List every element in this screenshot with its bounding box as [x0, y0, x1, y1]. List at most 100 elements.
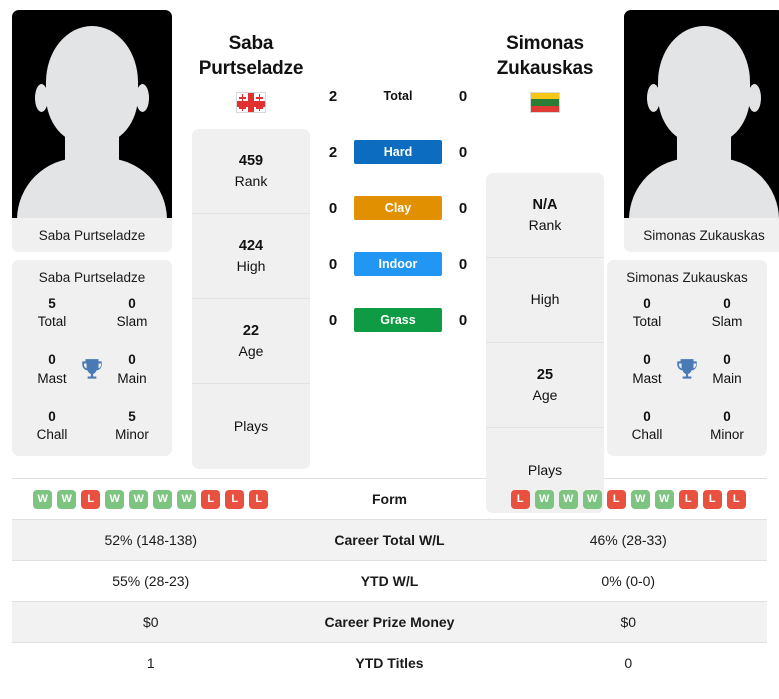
- left-age-value: 22: [242, 323, 260, 340]
- left-age-label: Age: [238, 342, 264, 359]
- left-titles-slam-label: Slam: [116, 314, 148, 330]
- flag-mini-cross-2: [256, 94, 263, 102]
- form-badge-loss: L: [81, 489, 101, 509]
- left-surface-indoor-value: 0: [328, 255, 338, 273]
- left-high-value: 424: [238, 238, 264, 255]
- left-rank-cell: 459 Rank: [192, 129, 310, 215]
- georgia-flag-icon: [236, 92, 266, 114]
- table-row-form: WWLWWWWLLL Form LWWWLWWLLL: [12, 478, 767, 520]
- right-titles-total: 0 Total: [607, 295, 687, 331]
- surface-label-hard: Hard: [354, 140, 442, 164]
- left-titles-card: Saba Purtseladze 5 Total 0 Slam 0 Mast 0…: [12, 260, 172, 457]
- form-badge-win: W: [33, 489, 53, 509]
- row-label-career-total-wl: Career Total W/L: [334, 532, 445, 548]
- right-high-label: High: [530, 291, 560, 308]
- left-player-name-line1: Saba: [228, 33, 274, 54]
- right-career-total-wl: 46% (28-33): [589, 532, 667, 548]
- right-titles-title: Simonas Zukauskas: [626, 270, 748, 285]
- right-rank-label: Rank: [528, 216, 562, 233]
- surface-row-clay: 0 Clay 0: [312, 180, 484, 236]
- surface-label-indoor: Indoor: [354, 252, 442, 276]
- right-surface-indoor-value: 0: [458, 255, 468, 273]
- right-player-ranks-card: N/A Rank High 25 Age Plays: [486, 173, 604, 514]
- flag-mini-cross-3: [239, 104, 246, 112]
- left-titles-slam: 0 Slam: [92, 295, 172, 331]
- surface-row-indoor: 0 Indoor 0: [312, 236, 484, 292]
- form-badge-win: W: [630, 489, 650, 509]
- flag-mini-cross-1: [239, 94, 246, 102]
- form-badge-win: W: [654, 489, 674, 509]
- form-badge-win: W: [129, 489, 149, 509]
- right-career-prize-money: $0: [620, 614, 637, 630]
- table-row-ytd-titles: 1 YTD Titles 0: [12, 642, 767, 684]
- player-comparison-page: Saba Purtseladze Saba Purtseladze 459 Ra…: [0, 0, 779, 699]
- table-row-ytd-wl: 55% (28-23) YTD W/L 0% (0-0): [12, 560, 767, 602]
- left-titles-chall: 0 Chall: [12, 408, 92, 444]
- right-titles-slam-value: 0: [723, 296, 731, 311]
- right-surface-grass-value: 0: [458, 311, 468, 329]
- avatar-ear-left: [647, 84, 660, 112]
- left-rank-label: Rank: [234, 172, 268, 189]
- flag-mini-cross-4: [256, 104, 263, 112]
- row-label-ytd-titles: YTD Titles: [355, 655, 424, 672]
- left-career-total-wl: 52% (148-138): [104, 532, 198, 548]
- right-titles-slam: 0 Slam: [687, 295, 767, 331]
- right-titles-grid: 0 Total 0 Slam 0 Mast 0 Main 0 Chall 0 M…: [607, 295, 767, 444]
- form-badge-loss: L: [678, 489, 698, 509]
- left-titles-slam-value: 0: [128, 296, 136, 311]
- left-player-name: Saba Purtseladze: [198, 31, 304, 81]
- right-player-photo-caption: Simonas Zukauskas: [624, 218, 779, 252]
- form-badge-loss: L: [606, 489, 626, 509]
- left-player-photo-caption: Saba Purtseladze: [12, 218, 172, 252]
- form-badge-win: W: [582, 489, 602, 509]
- right-rank-value: N/A: [532, 197, 558, 214]
- left-titles-total-value: 5: [48, 296, 56, 311]
- right-player-summary: Simonas Zukauskas N/A Rank High 25 Age P…: [484, 10, 606, 514]
- form-badge-loss: L: [702, 489, 722, 509]
- right-rank-cell: N/A Rank: [486, 173, 604, 259]
- form-badge-win: W: [153, 489, 173, 509]
- row-label-career-prize-money: Career Prize Money: [324, 614, 455, 630]
- surface-row-total: 2 Total 0: [312, 68, 484, 124]
- left-ytd-wl: 55% (28-23): [112, 573, 190, 589]
- right-titles-card: Simonas Zukauskas 0 Total 0 Slam 0 Mast …: [607, 260, 767, 457]
- left-titles-chall-label: Chall: [36, 427, 68, 443]
- surface-row-hard: 2 Hard 0: [312, 124, 484, 180]
- flag-stripe-red: [531, 105, 559, 113]
- left-ytd-titles: 1: [146, 655, 155, 672]
- right-player-photo-card[interactable]: Simonas Zukauskas: [624, 10, 779, 252]
- avatar-ear-right: [748, 84, 761, 112]
- left-player-photo-card[interactable]: Saba Purtseladze: [12, 10, 172, 252]
- left-rank-value: 459: [238, 153, 264, 170]
- left-titles-minor: 5 Minor: [92, 408, 172, 444]
- avatar-shoulders: [17, 158, 167, 218]
- right-surface-total-value: 0: [458, 87, 468, 105]
- left-titles-total-label: Total: [37, 314, 67, 330]
- lithuania-flag-icon: [530, 92, 560, 114]
- right-age-value: 25: [536, 367, 554, 384]
- left-titles-chall-value: 0: [48, 408, 56, 424]
- left-titles-minor-label: Minor: [115, 427, 149, 443]
- right-titles-chall-label: Chall: [631, 427, 663, 443]
- left-form-strip: WWLWWWWLLL: [16, 489, 286, 509]
- left-player-name-line2: Purtseladze: [198, 58, 304, 80]
- left-titles-grid: 5 Total 0 Slam 0 Mast 0 Main 0 Chall 5 M…: [12, 295, 172, 444]
- form-badge-loss: L: [249, 489, 269, 509]
- left-plays-label: Plays: [233, 417, 269, 434]
- form-badge-win: W: [558, 489, 578, 509]
- left-surface-hard-value: 2: [328, 143, 338, 161]
- form-badge-win: W: [105, 489, 125, 509]
- right-high-cell: High: [486, 258, 604, 344]
- right-titles-minor-value: 0: [723, 408, 731, 424]
- right-ytd-wl: 0% (0-0): [601, 573, 656, 589]
- surface-row-grass: 0 Grass 0: [312, 292, 484, 348]
- right-surface-hard-value: 0: [458, 143, 468, 161]
- form-badge-loss: L: [510, 489, 530, 509]
- left-form-cell: WWLWWWWLLL: [12, 479, 290, 520]
- right-titles-chall-value: 0: [643, 408, 651, 424]
- surface-breakdown: 2 Total 0 2 Hard 0 0 Clay 0 0 Indoor 0 0: [312, 10, 484, 348]
- left-titles-minor-value: 5: [128, 408, 136, 424]
- form-badge-loss: L: [726, 489, 746, 509]
- form-badge-win: W: [177, 489, 197, 509]
- avatar-shoulders: [629, 158, 779, 218]
